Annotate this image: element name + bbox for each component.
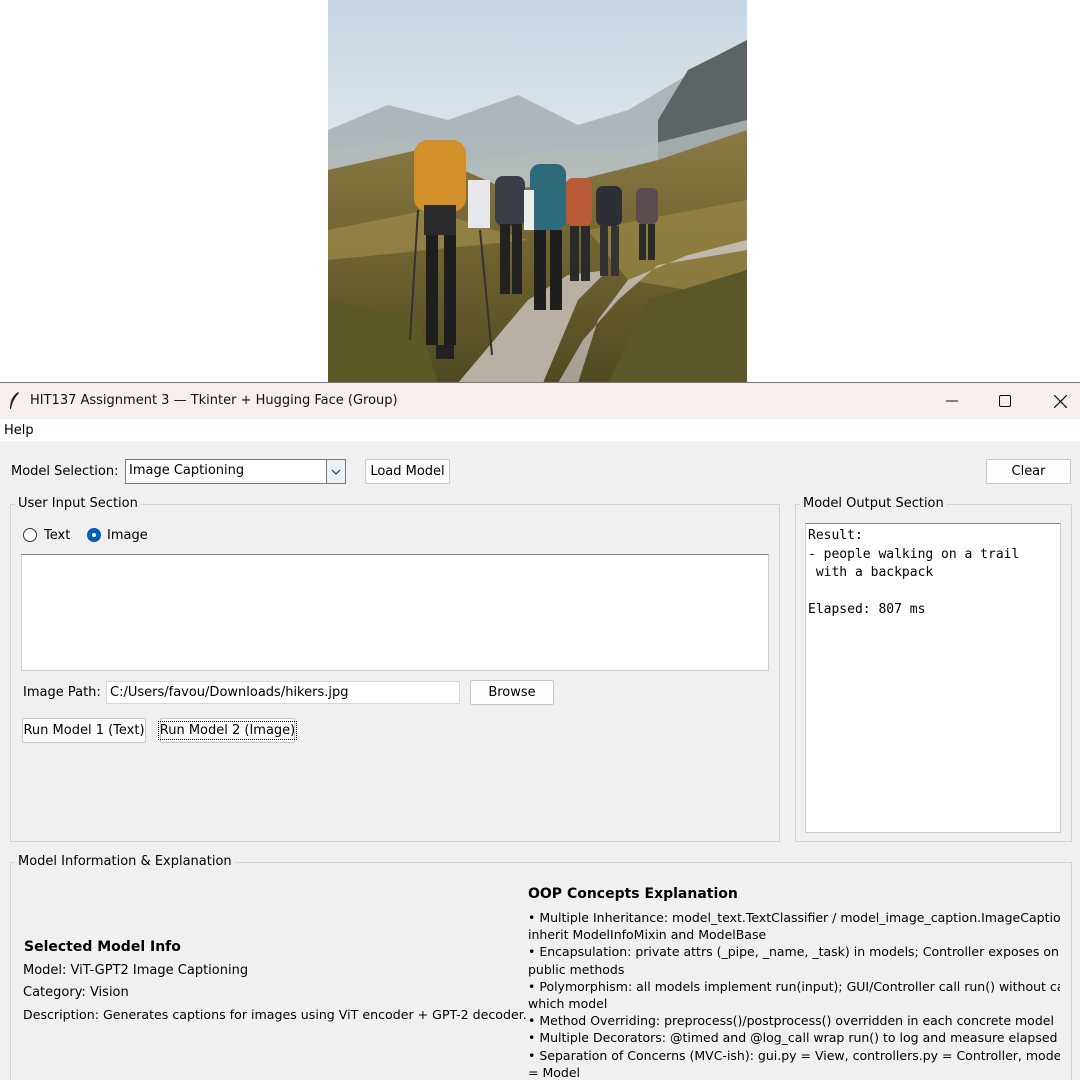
model-output-text[interactable]: Result: - people walking on a trail with… (805, 523, 1061, 833)
chevron-down-icon (331, 469, 341, 475)
app-window: HIT137 Assignment 3 — Tkinter + Hugging … (0, 382, 1080, 1080)
oop-line: • Method Overriding: preprocess()/postpr… (528, 1013, 1054, 1029)
dropdown-button[interactable] (326, 460, 345, 483)
oop-line: which model (528, 996, 608, 1012)
model-select-value: Image Captioning (129, 463, 245, 478)
run-model-1-label: Run Model 1 (Text) (23, 723, 145, 738)
radio-image[interactable] (87, 528, 101, 542)
minimize-icon (946, 400, 958, 402)
oop-line: • Multiple Inheritance: model_text.TextC… (528, 910, 1060, 925)
image-path-field[interactable]: C:/Users/favou/Downloads/hikers.jpg (106, 681, 460, 704)
selected-model-heading: Selected Model Info (24, 939, 181, 955)
description-line: Description: Generates captions for imag… (23, 1007, 527, 1022)
oop-line: • Separation of Concerns (MVC-ish): gui.… (528, 1047, 1060, 1063)
feather-icon (10, 392, 19, 409)
radio-text-label[interactable]: Text (44, 528, 70, 543)
clear-label: Clear (1011, 464, 1046, 479)
oop-line: inherit ModelInfoMixin and ModelBase (528, 927, 767, 943)
maximize-button[interactable] (978, 383, 1032, 419)
load-model-button[interactable]: Load Model (365, 459, 450, 484)
window-title: HIT137 Assignment 3 — Tkinter + Hugging … (30, 393, 398, 408)
close-icon (1053, 394, 1067, 408)
model-output-section-title: Model Output Section (800, 496, 947, 511)
model-select[interactable]: Image Captioning (125, 459, 346, 484)
menu-help[interactable]: Help (4, 423, 34, 438)
model-selection-label: Model Selection: (11, 464, 119, 479)
image-path-value: C:/Users/favou/Downloads/hikers.jpg (110, 685, 349, 700)
load-model-label: Load Model (370, 464, 445, 479)
model-info-section-title: Model Information & Explanation (15, 854, 235, 869)
image-path-label: Image Path: (23, 685, 101, 700)
radio-image-label[interactable]: Image (107, 528, 148, 543)
run-model-1-button[interactable]: Run Model 1 (Text) (22, 718, 146, 743)
close-button[interactable] (1033, 383, 1080, 419)
browse-button[interactable]: Browse (470, 680, 554, 705)
radio-text[interactable] (23, 528, 37, 542)
browse-label: Browse (488, 685, 536, 700)
run-model-2-label: Run Model 2 (Image) (157, 721, 298, 740)
oop-line: • Multiple Decorators: @timed and @log_c… (528, 1030, 1060, 1046)
oop-line: public methods (528, 961, 625, 977)
user-input-section-title: User Input Section (15, 496, 141, 511)
oop-line: = Model (528, 1064, 580, 1080)
maximize-icon (999, 395, 1011, 407)
oop-line: • Encapsulation: private attrs (_pipe, _… (528, 944, 1060, 960)
model-line: Model: ViT-GPT2 Image Captioning (23, 963, 249, 978)
text-input-area[interactable] (21, 554, 769, 671)
clear-button[interactable]: Clear (986, 459, 1071, 484)
run-model-2-button[interactable]: Run Model 2 (Image) (157, 718, 298, 743)
category-line: Category: Vision (23, 985, 129, 1000)
input-image-preview (328, 0, 747, 383)
oop-line: • Polymorphism: all models implement run… (528, 978, 1060, 994)
oop-heading: OOP Concepts Explanation (528, 886, 738, 902)
title-bar[interactable]: HIT137 Assignment 3 — Tkinter + Hugging … (0, 383, 1080, 419)
minimize-button[interactable] (925, 383, 979, 419)
menu-bar: Help (0, 419, 1080, 441)
oop-explanation: • Multiple Inheritance: model_text.TextC… (528, 909, 1060, 1080)
